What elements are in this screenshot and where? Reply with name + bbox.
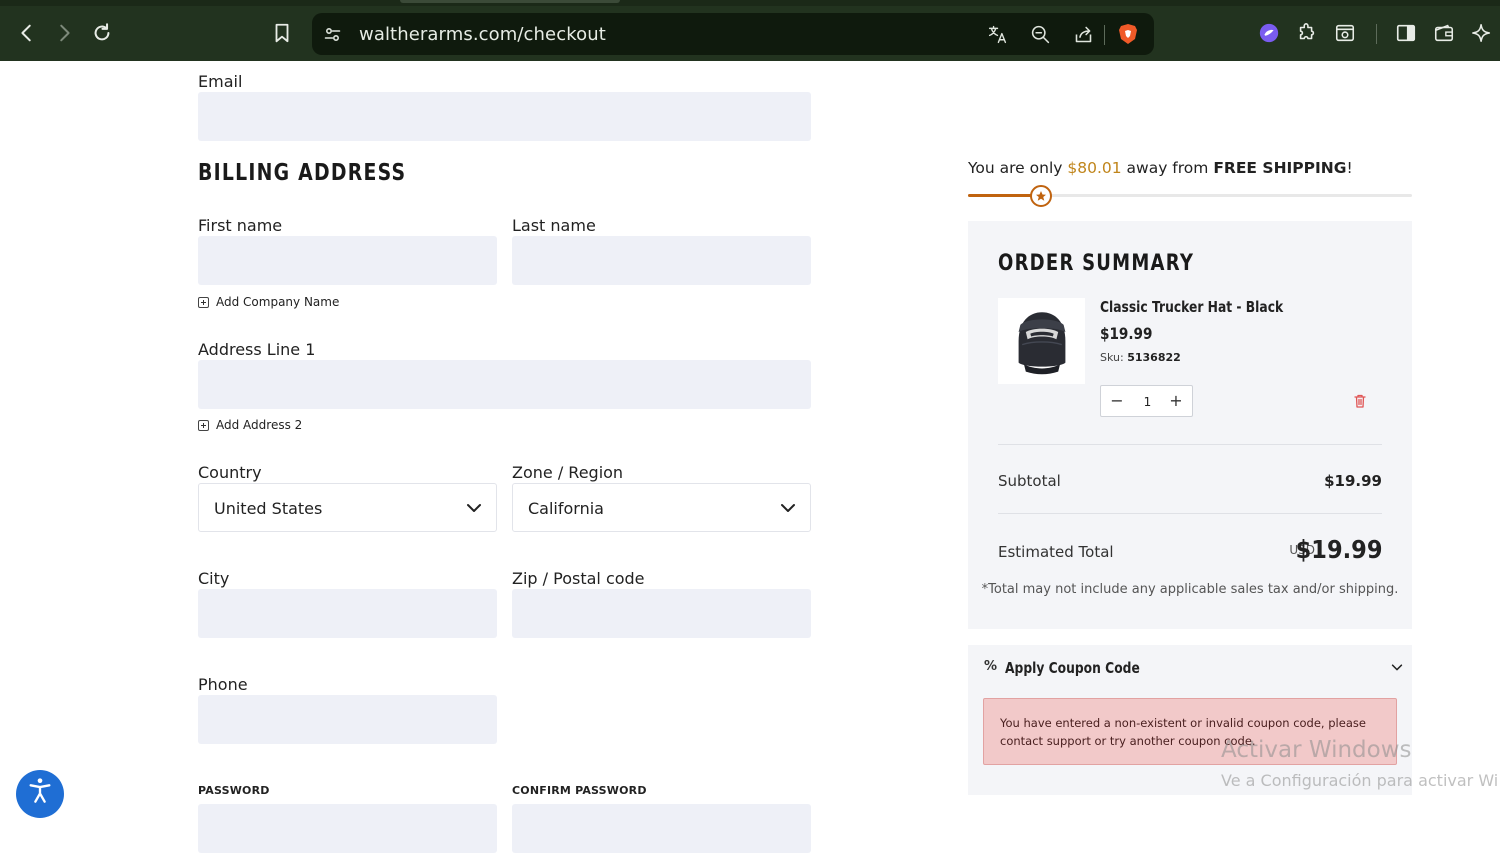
last-name-label: Last name	[512, 216, 596, 235]
zip-label: Zip / Postal code	[512, 569, 645, 588]
screenshot-icon[interactable]	[1330, 18, 1360, 48]
address-bar-divider	[1104, 25, 1105, 45]
tab-strip-edge	[0, 0, 1500, 6]
trucker-hat-image	[1018, 312, 1065, 375]
region-label: Zone / Region	[512, 463, 624, 482]
leo-ai-icon[interactable]	[1254, 18, 1284, 48]
address1-label: Address Line 1	[198, 340, 316, 359]
password-label: PASSWORD	[198, 784, 270, 797]
share-icon[interactable]	[1071, 22, 1095, 46]
site-settings-icon[interactable]	[320, 22, 344, 46]
free-shipping-message: You are only $80.01 away from FREE SHIPP…	[968, 159, 1353, 177]
forward-icon[interactable]	[49, 18, 79, 48]
add-address2-label: Add Address 2	[216, 418, 303, 432]
shipping-suffix: !	[1346, 159, 1353, 177]
confirm-password-label: CONFIRM PASSWORD	[512, 784, 647, 797]
star-icon	[1030, 185, 1052, 207]
sparkle-icon[interactable]	[1467, 18, 1497, 48]
translate-icon[interactable]	[985, 22, 1009, 46]
product-image[interactable]	[998, 298, 1085, 384]
active-tab-edge[interactable]	[400, 0, 620, 3]
first-name-field[interactable]	[198, 236, 497, 285]
coupon-toggle[interactable]: Apply Coupon Code	[1005, 659, 1140, 677]
accessibility-button[interactable]	[16, 770, 64, 818]
wallet-icon[interactable]	[1429, 18, 1459, 48]
subtotal-label: Subtotal	[998, 472, 1061, 490]
order-summary-heading: ORDER SUMMARY	[998, 251, 1195, 276]
zip-field[interactable]	[512, 589, 811, 638]
quantity-stepper: − 1 +	[1100, 385, 1193, 417]
subtotal-value: $19.99	[1324, 472, 1382, 490]
estimated-total-value: $19.99	[1295, 535, 1382, 564]
toolbar-divider	[1376, 24, 1377, 44]
region-value: California	[528, 499, 604, 518]
confirm-password-field[interactable]	[512, 804, 811, 853]
add-address2-link[interactable]: Add Address 2	[198, 418, 302, 432]
city-field[interactable]	[198, 589, 497, 638]
city-label: City	[198, 569, 230, 588]
chevron-down-icon[interactable]	[1390, 660, 1404, 674]
phone-label: Phone	[198, 675, 248, 694]
free-shipping-text: FREE SHIPPING	[1213, 159, 1347, 177]
region-select[interactable]: California	[512, 483, 811, 532]
estimated-total-label: Estimated Total	[998, 543, 1114, 561]
last-name-field[interactable]	[512, 236, 811, 285]
windows-activation-subtitle: Ve a Configuración para activar Wi	[1221, 771, 1499, 790]
order-summary-panel: ORDER SUMMARY Classic Trucker Hat - Blac…	[968, 221, 1412, 629]
back-icon[interactable]	[12, 18, 42, 48]
plus-square-icon	[198, 296, 209, 308]
sku-label: Sku:	[1100, 351, 1128, 364]
zoom-out-icon[interactable]	[1028, 22, 1052, 46]
add-company-link[interactable]: Add Company Name	[198, 295, 339, 309]
shipping-middle: away from	[1121, 159, 1214, 177]
reload-icon[interactable]	[87, 18, 117, 48]
phone-field[interactable]	[198, 695, 497, 744]
tax-note: *Total may not include any applicable sa…	[981, 582, 1399, 597]
billing-heading: BILLING ADDRESS	[198, 160, 407, 186]
shipping-prefix: You are only	[968, 159, 1068, 177]
country-label: Country	[198, 463, 262, 482]
browser-toolbar: waltherarms.com/checkout	[0, 0, 1500, 61]
address-bar[interactable]: waltherarms.com/checkout	[312, 13, 1154, 55]
accessibility-icon	[29, 778, 51, 803]
product-price: $19.99	[1100, 324, 1153, 343]
percent-icon: %	[984, 659, 998, 674]
url-text[interactable]: waltherarms.com/checkout	[359, 24, 606, 45]
summary-divider	[998, 444, 1382, 445]
first-name-label: First name	[198, 216, 283, 235]
chevron-down-icon	[467, 504, 481, 512]
country-value: United States	[214, 499, 323, 518]
product-sku: Sku: 5136822	[1100, 351, 1181, 364]
chevron-down-icon	[781, 504, 795, 512]
brave-shields-icon[interactable]	[1116, 22, 1140, 46]
bookmark-icon[interactable]	[267, 18, 297, 48]
email-field[interactable]	[198, 92, 811, 141]
address1-field[interactable]	[198, 360, 811, 409]
shipping-amount: $80.01	[1067, 159, 1122, 177]
trash-icon[interactable]	[1352, 393, 1368, 409]
increase-quantity-button[interactable]: +	[1166, 391, 1186, 411]
email-label: Email	[198, 72, 243, 91]
product-name[interactable]: Classic Trucker Hat - Black	[1100, 298, 1283, 316]
extensions-icon[interactable]	[1292, 18, 1322, 48]
sku-value: 5136822	[1127, 351, 1181, 364]
sidebar-icon[interactable]	[1391, 18, 1421, 48]
summary-divider	[998, 513, 1382, 514]
password-field[interactable]	[198, 804, 497, 853]
country-select[interactable]: United States	[198, 483, 497, 532]
add-company-label: Add Company Name	[216, 295, 340, 309]
plus-square-icon	[198, 419, 209, 431]
windows-activation-title: Activar Windows	[1221, 737, 1412, 763]
